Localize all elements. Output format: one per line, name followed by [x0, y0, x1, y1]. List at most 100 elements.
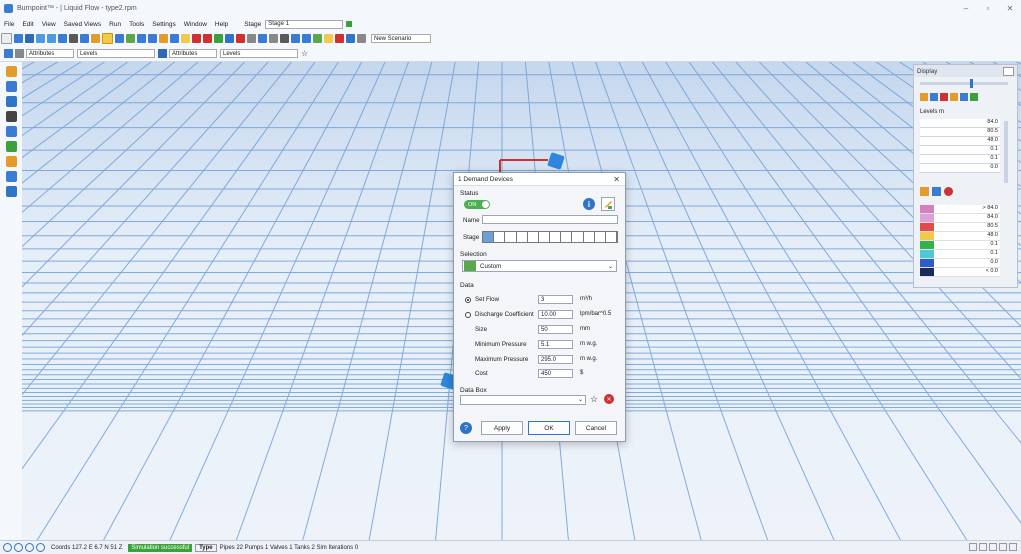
dialog-close-icon[interactable]: ✕: [613, 175, 620, 184]
pencil-icon[interactable]: [159, 34, 168, 43]
stage-combo[interactable]: Stage 1: [265, 19, 344, 29]
node-tool-icon[interactable]: [115, 34, 124, 43]
levels-combo-2[interactable]: Levels: [220, 49, 298, 58]
remove-icon[interactable]: ✕: [604, 394, 614, 404]
maximum-pressure-field[interactable]: 295.0: [538, 355, 573, 364]
stage-cell[interactable]: [594, 232, 606, 242]
set-flow-field[interactable]: 3: [538, 295, 573, 304]
zoom-icon[interactable]: [137, 34, 146, 43]
pipe-tool-icon[interactable]: [102, 33, 113, 44]
network-icon[interactable]: [6, 81, 17, 92]
discharge-coefficient-field[interactable]: 10.00: [538, 310, 573, 319]
menu-view[interactable]: View: [38, 21, 60, 28]
stage-cell[interactable]: [494, 232, 506, 242]
opacity-slider[interactable]: [920, 79, 1008, 88]
blue-tool-icon[interactable]: [6, 96, 17, 107]
stage-cell[interactable]: [505, 232, 517, 242]
level-row[interactable]: 48.0: [920, 137, 1000, 146]
green-tool-icon[interactable]: [6, 141, 17, 152]
help-icon[interactable]: ?: [460, 422, 472, 434]
pan-icon[interactable]: [148, 34, 157, 43]
stage-cells[interactable]: [482, 231, 618, 243]
info-icon[interactable]: [225, 34, 234, 43]
menu-saved-views[interactable]: Saved Views: [60, 21, 105, 28]
stage-cell[interactable]: [538, 232, 551, 242]
selection-combo[interactable]: Custom ⌄: [462, 260, 617, 272]
minimum-pressure-field[interactable]: 5.1: [538, 340, 573, 349]
sphere-icon[interactable]: [960, 93, 968, 101]
text-icon[interactable]: [269, 34, 278, 43]
stage-cell[interactable]: [550, 232, 562, 242]
status-icon[interactable]: [969, 543, 977, 551]
stage-cell[interactable]: [561, 232, 573, 242]
nav-icon[interactable]: [3, 543, 12, 552]
orange-tool-icon[interactable]: [6, 66, 17, 77]
favorite-star-icon[interactable]: ☆: [590, 394, 600, 404]
type-label[interactable]: Type: [195, 543, 217, 552]
save-icon[interactable]: [25, 34, 34, 43]
legend-color-icon[interactable]: [944, 187, 953, 196]
edit-button[interactable]: [601, 197, 615, 211]
level-row[interactable]: 84.0: [920, 119, 1000, 128]
binoculars-icon[interactable]: [69, 34, 78, 43]
levels-scrollbar[interactable]: [1004, 121, 1008, 183]
table-icon[interactable]: [15, 49, 24, 58]
slider-thumb[interactable]: [970, 79, 973, 88]
lasso-icon[interactable]: [6, 111, 17, 122]
cancel-button[interactable]: Cancel: [575, 421, 617, 435]
legend-palette-icon[interactable]: [920, 187, 929, 196]
text-tool-icon[interactable]: [158, 49, 167, 58]
brush-icon[interactable]: [6, 156, 17, 167]
menu-window[interactable]: Window: [180, 21, 211, 28]
select-icon[interactable]: [58, 34, 67, 43]
stage-cell[interactable]: [516, 232, 528, 242]
chart-icon[interactable]: [324, 34, 333, 43]
open-icon[interactable]: [14, 34, 23, 43]
new-icon[interactable]: [1, 33, 12, 44]
discharge-coefficient-radio[interactable]: [465, 312, 471, 318]
level-row[interactable]: 80.5: [920, 128, 1000, 137]
nav-icon[interactable]: [36, 543, 45, 552]
nav-icon[interactable]: [14, 543, 23, 552]
pump-icon[interactable]: [291, 34, 300, 43]
stage-cell[interactable]: [605, 232, 618, 242]
scenario-combo[interactable]: New Scenario: [371, 34, 431, 43]
menu-settings[interactable]: Settings: [148, 21, 180, 28]
filter-icon[interactable]: [280, 34, 289, 43]
equals-icon[interactable]: [247, 34, 256, 43]
arrow-icon[interactable]: [203, 34, 212, 43]
minimize-button[interactable]: –: [955, 0, 977, 17]
cost-field[interactable]: 450: [538, 369, 573, 378]
levels-combo[interactable]: Levels: [77, 49, 155, 58]
status-icon[interactable]: [979, 543, 987, 551]
stage-add-icon[interactable]: [346, 21, 353, 27]
drop-icon[interactable]: [6, 126, 17, 137]
palette-icon[interactable]: [920, 93, 928, 101]
menu-tools[interactable]: Tools: [125, 21, 148, 28]
tank-icon[interactable]: [313, 34, 322, 43]
menu-edit[interactable]: Edit: [18, 21, 37, 28]
attributes-combo[interactable]: Attributes: [26, 49, 74, 58]
menu-file[interactable]: File: [0, 21, 18, 28]
select-arrow-icon[interactable]: [6, 171, 17, 182]
connect-icon[interactable]: [170, 34, 179, 43]
name-field[interactable]: [482, 215, 618, 224]
globe-icon[interactable]: [346, 34, 355, 43]
level-row[interactable]: 0.1: [920, 155, 1000, 164]
clock-icon[interactable]: [357, 34, 366, 43]
paint-icon[interactable]: [91, 34, 100, 43]
databox-combo[interactable]: ⌄: [460, 395, 586, 405]
globe-panel-icon[interactable]: [970, 93, 978, 101]
close-window-button[interactable]: ✕: [999, 0, 1021, 17]
draw-icon[interactable]: [126, 34, 135, 43]
redo-icon[interactable]: [47, 34, 56, 43]
list-icon[interactable]: [930, 93, 938, 101]
cube-icon[interactable]: [950, 93, 958, 101]
split-icon[interactable]: [214, 34, 223, 43]
star-icon[interactable]: [181, 34, 190, 43]
nav-icon[interactable]: [25, 543, 34, 552]
info-button[interactable]: i: [583, 198, 595, 210]
size-field[interactable]: 50: [538, 325, 573, 334]
layers-icon[interactable]: [80, 34, 89, 43]
menu-run[interactable]: Run: [105, 21, 125, 28]
